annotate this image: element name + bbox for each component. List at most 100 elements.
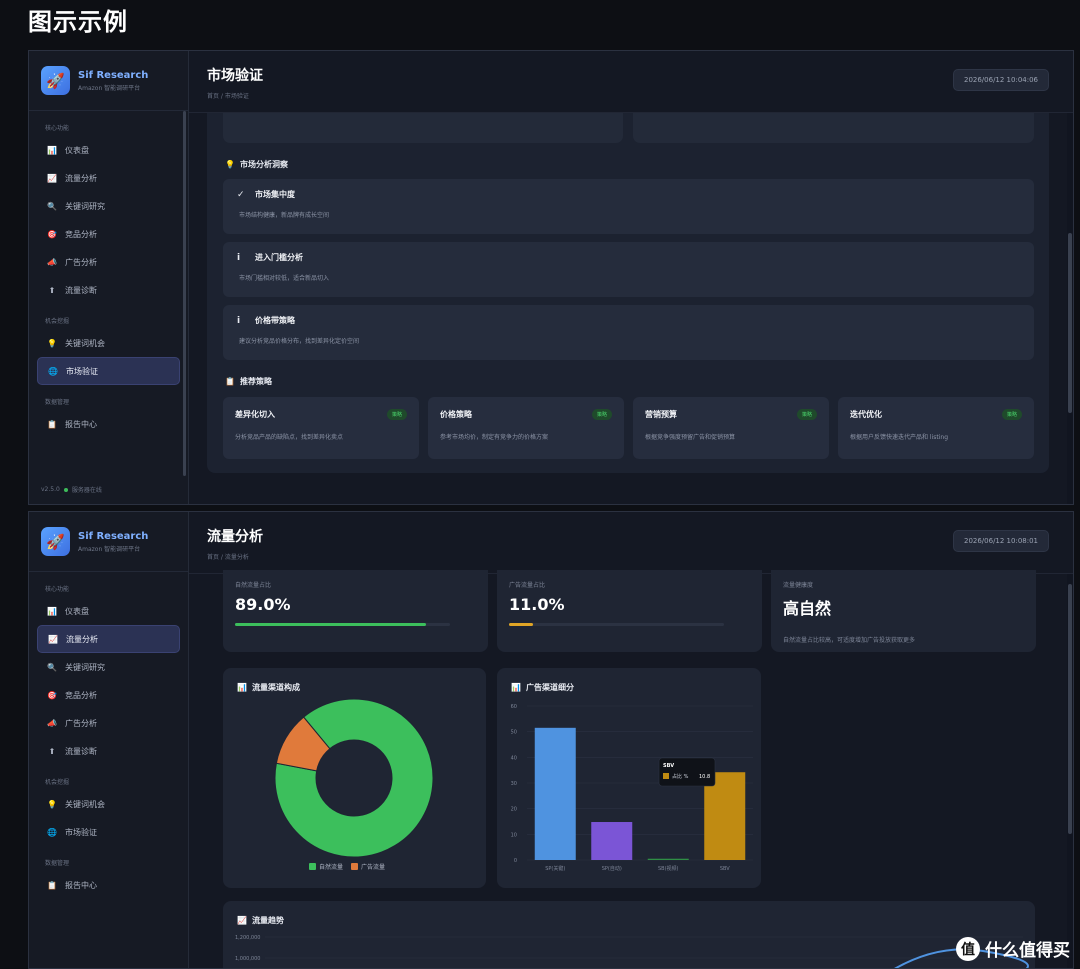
- nav-item-icon: 📣: [47, 257, 57, 267]
- check-icon: ✓: [237, 189, 245, 200]
- main-header: 流量分析 首页 / 流量分析 2026/06/12 10:08:01: [189, 512, 1073, 574]
- sidebar: 🚀 Sif Research Amazon 智能调研平台 核心功能 📊 仪表盘 📈 流量…: [29, 512, 189, 968]
- info-icon: i: [237, 315, 241, 326]
- main-header: 市场验证 首页 / 市场验证 2026/06/12 10:04:06: [189, 51, 1073, 113]
- legend-item[interactable]: 广告流量: [351, 862, 385, 871]
- kpi-label: 自然流量占比: [235, 582, 272, 589]
- brand[interactable]: 🚀 Sif Research Amazon 智能调研平台: [29, 51, 188, 111]
- kpi-value: 11.0%: [509, 595, 565, 614]
- nav-item-icon: 📋: [47, 419, 57, 429]
- info-icon: i: [237, 252, 241, 263]
- sidebar-item[interactable]: 📣 广告分析: [37, 709, 180, 737]
- sidebar-item[interactable]: 🎯 竞品分析: [37, 681, 180, 709]
- legend-item[interactable]: 自然流量: [309, 862, 343, 871]
- insight-title: 价格带策略: [255, 316, 295, 325]
- main-content: 市场验证 首页 / 市场验证 2026/06/12 10:04:06 💡 市场分…: [189, 51, 1073, 504]
- donut-chart: [274, 698, 434, 858]
- legend-swatch: [309, 863, 316, 870]
- strategy-name: 迭代优化: [850, 410, 882, 419]
- sidebar-item[interactable]: 🎯 竞品分析: [37, 220, 180, 248]
- bar-y-tick-label: 10: [511, 832, 517, 838]
- timestamp-badge: 2026/06/12 10:04:06: [952, 69, 1049, 91]
- sidebar-item[interactable]: 🌐 市场验证: [37, 818, 180, 846]
- kpi-card-health: 流量健康度 高自然 自然流量占比较高，可适度增加广告投放获取更多: [771, 570, 1036, 652]
- sidebar-item-label: 关键词机会: [65, 799, 105, 809]
- sidebar-item[interactable]: ⬆ 流量诊断: [37, 737, 180, 765]
- nav-group-label: 数据管理: [45, 860, 70, 867]
- sidebar-item[interactable]: 📣 广告分析: [37, 248, 180, 276]
- sidebar-item-label: 广告分析: [65, 718, 97, 728]
- sidebar-item[interactable]: 📈 流量分析: [37, 625, 180, 653]
- rocket-icon: 🚀: [41, 66, 70, 95]
- nav-item-icon: ⬆: [48, 285, 56, 295]
- sidebar-item[interactable]: 🔍 关键词研究: [37, 653, 180, 681]
- sidebar-scrollbar[interactable]: [183, 111, 186, 476]
- main-scrollbar[interactable]: [1067, 113, 1073, 504]
- sidebar-item-label: 报告中心: [65, 419, 97, 429]
- summary-card-left: [223, 113, 623, 143]
- sidebar-item-label: 市场验证: [66, 366, 98, 376]
- sidebar-item-label: 流量诊断: [65, 746, 97, 756]
- kpi-note: 自然流量占比较高，可适度增加广告投放获取更多: [783, 637, 916, 644]
- nav-item-icon: 🎯: [47, 229, 57, 239]
- brand-name: Sif Research: [78, 530, 149, 542]
- sidebar-item-label: 竞品分析: [65, 229, 97, 239]
- kpi-label: 流量健康度: [783, 582, 814, 589]
- bar-y-tick-label: 50: [511, 730, 517, 736]
- breadcrumb: 首页 / 市场验证: [207, 93, 249, 100]
- page-title: 流量分析: [207, 529, 263, 545]
- sidebar-item-label: 仪表盘: [65, 145, 89, 155]
- bar-1[interactable]: [591, 822, 633, 860]
- sidebar-item-label: 市场验证: [65, 827, 97, 837]
- kpi-progress-bar: [509, 623, 724, 626]
- legend-swatch: [351, 863, 359, 870]
- insight-card: ✓ 市场集中度 市场结构健康，新品牌有成长空间: [223, 179, 1034, 234]
- bar-2[interactable]: [647, 858, 689, 860]
- brand[interactable]: 🚀 Sif Research Amazon 智能调研平台: [29, 512, 188, 572]
- sidebar-item-label: 关键词研究: [65, 662, 105, 672]
- strategy-card[interactable]: 迭代优化 策略 根据用户反馈快速迭代产品和 listing: [838, 397, 1034, 459]
- bar-x-tick-label: SP(自动): [602, 865, 622, 872]
- strategy-card[interactable]: 营销预算 策略 根据竞争强度预留广告和促销预算: [633, 397, 829, 459]
- strategy-desc: 根据竞争强度预留广告和促销预算: [645, 434, 736, 441]
- nav-item-icon: 🔍: [47, 662, 57, 672]
- sidebar-item[interactable]: 💡 关键词机会: [37, 329, 180, 357]
- sidebar-item[interactable]: 🌐 市场验证: [37, 357, 180, 385]
- strategy-desc: 根据用户反馈快速迭代产品和 listing: [850, 434, 948, 441]
- strategy-card[interactable]: 价格策略 策略 参考市场均价，制定有竞争力的价格方案: [428, 397, 624, 459]
- tooltip-value: 10.8: [699, 774, 710, 780]
- rocket-icon: 🚀: [41, 527, 70, 556]
- nav-item-icon: 📋: [47, 880, 57, 890]
- page-heading: 图示示例: [28, 8, 128, 36]
- bar-x-tick-label: SBV: [720, 866, 730, 872]
- status-dot-icon: [63, 487, 68, 492]
- sidebar-item[interactable]: 💡 关键词机会: [37, 790, 180, 818]
- sidebar-item[interactable]: 📊 仪表盘: [37, 136, 180, 164]
- insight-desc: 市场门槛相对较低，适合新品切入: [239, 275, 330, 282]
- legend-label: 广告流量: [361, 864, 386, 871]
- kpi-progress-bar: [235, 623, 450, 626]
- sidebar-item[interactable]: 🔍 关键词研究: [37, 192, 180, 220]
- sidebar-item[interactable]: 📋 报告中心: [37, 410, 180, 438]
- insight-card: i 进入门槛分析 市场门槛相对较低，适合新品切入: [223, 242, 1034, 297]
- lightbulb-icon: 💡: [225, 160, 235, 169]
- strategy-card[interactable]: 差异化切入 策略 分析竞品产品的缺陷点，找到差异化卖点: [223, 397, 419, 459]
- kpi-card-ads: 广告流量占比 11.0%: [497, 570, 762, 652]
- nav-group-label: 机会挖掘: [45, 318, 70, 325]
- sidebar-item-label: 流量分析: [65, 173, 97, 183]
- sidebar-item[interactable]: 📋 报告中心: [37, 871, 180, 899]
- sidebar-item-label: 报告中心: [65, 880, 97, 890]
- bar-0[interactable]: [534, 727, 576, 860]
- sidebar-item[interactable]: 📊 仪表盘: [37, 597, 180, 625]
- sidebar-item-label: 广告分析: [65, 257, 97, 267]
- trend-chart-panel: 📈 流量趋势 1,200,000 1,000,000: [223, 901, 1035, 968]
- sidebar-item-label: 流量诊断: [65, 285, 97, 295]
- sidebar-item[interactable]: ⬆ 流量诊断: [37, 276, 180, 304]
- sidebar-item[interactable]: 📈 流量分析: [37, 164, 180, 192]
- main-scrollbar[interactable]: [1067, 574, 1073, 968]
- trend-tick-label: 1,000,000: [235, 956, 260, 962]
- nav-item-icon: 📊: [47, 145, 57, 155]
- sidebar-item-label: 流量分析: [66, 634, 98, 644]
- strategy-desc: 参考市场均价，制定有竞争力的价格方案: [440, 434, 549, 441]
- strategy-badge: 策略: [796, 409, 817, 420]
